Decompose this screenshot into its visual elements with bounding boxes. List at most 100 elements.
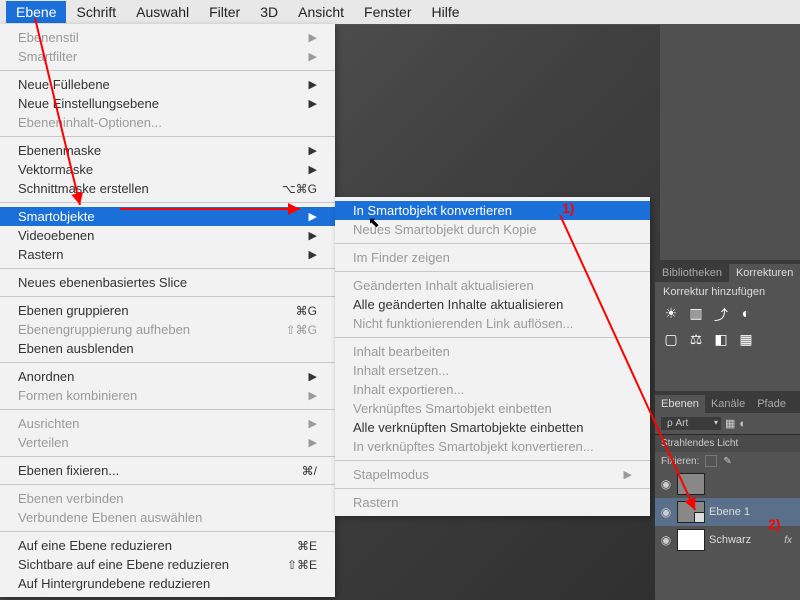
menu-separator bbox=[335, 460, 650, 461]
menu-item-label: Alle verknüpften Smartobjekte einbetten bbox=[353, 420, 584, 435]
curves-icon[interactable]: ⤴ bbox=[713, 305, 729, 325]
menu-item-label: Ebenengruppierung aufheben bbox=[18, 322, 190, 337]
dropdown-item[interactable]: Ebenenmaske▶ bbox=[0, 141, 335, 160]
dropdown-item[interactable]: Neue Einstellungsebene▶ bbox=[0, 94, 335, 113]
menu-item-label: Ebenen fixieren... bbox=[18, 463, 119, 478]
menu-schrift[interactable]: Schrift bbox=[66, 1, 126, 23]
tab-pfade[interactable]: Pfade bbox=[751, 395, 792, 413]
dropdown-item[interactable]: Smartobjekte▶ bbox=[0, 207, 335, 226]
layer-thumb-smart[interactable] bbox=[677, 501, 705, 523]
menu-separator bbox=[0, 531, 335, 532]
submenu-item: Inhalt exportieren... bbox=[335, 380, 650, 399]
layer-group-title[interactable]: Strahlendes Licht bbox=[655, 435, 800, 452]
menu-3d[interactable]: 3D bbox=[250, 1, 288, 23]
bw-icon[interactable]: ◧ bbox=[713, 331, 729, 348]
kind-select[interactable]: ρ Art bbox=[661, 417, 721, 430]
layer-thumb[interactable] bbox=[677, 529, 705, 551]
submenu-arrow-icon: ▶ bbox=[624, 468, 632, 481]
layer-row-schwarz[interactable]: ◉ Schwarz fx bbox=[655, 526, 800, 554]
dropdown-item[interactable]: Sichtbare auf eine Ebene reduzieren⇧⌘E bbox=[0, 555, 335, 574]
menu-item-label: Ebenenmaske bbox=[18, 143, 101, 158]
lock-transparency-icon[interactable] bbox=[705, 455, 717, 467]
submenu-item[interactable]: Alle verknüpften Smartobjekte einbetten bbox=[335, 418, 650, 437]
menu-fenster[interactable]: Fenster bbox=[354, 1, 421, 23]
dropdown-item[interactable]: Ebenen ausblenden bbox=[0, 339, 335, 358]
submenu-arrow-icon: ▶ bbox=[309, 50, 317, 63]
layer-name-label[interactable]: Schwarz bbox=[709, 534, 751, 546]
menu-ebene[interactable]: Ebene bbox=[6, 1, 66, 23]
menu-separator bbox=[0, 202, 335, 203]
menu-item-label: Verteilen bbox=[18, 435, 69, 450]
menu-separator bbox=[335, 243, 650, 244]
layer-thumb[interactable] bbox=[677, 473, 705, 495]
submenu-arrow-icon: ▶ bbox=[309, 163, 317, 176]
layer-row-ebene1[interactable]: ◉ Ebene 1 bbox=[655, 498, 800, 526]
dropdown-item[interactable]: Auf eine Ebene reduzieren⌘E bbox=[0, 536, 335, 555]
dropdown-item[interactable]: Neues ebenenbasiertes Slice bbox=[0, 273, 335, 292]
menu-item-label: In Smartobjekt konvertieren bbox=[353, 203, 512, 218]
adjustment-icons-row2: ▢ ⚖ ◧ ▦ bbox=[655, 328, 800, 351]
menu-item-label: Videoebenen bbox=[18, 228, 94, 243]
photo-filter-icon[interactable]: ▦ bbox=[738, 331, 754, 348]
menu-item-label: Schnittmaske erstellen bbox=[18, 181, 149, 196]
brightness-icon[interactable]: ☀ bbox=[663, 305, 679, 325]
menu-shortcut: ⌘E bbox=[297, 539, 317, 553]
dropdown-item: Verteilen▶ bbox=[0, 433, 335, 452]
visibility-toggle-icon[interactable]: ◉ bbox=[659, 477, 673, 491]
menu-item-label: Formen kombinieren bbox=[18, 388, 137, 403]
tab-ebenen[interactable]: Ebenen bbox=[655, 395, 705, 413]
vibrance-icon[interactable]: ▢ bbox=[663, 331, 679, 348]
menu-item-label: Im Finder zeigen bbox=[353, 250, 450, 265]
dropdown-item: Ebenengruppierung aufheben⇧⌘G bbox=[0, 320, 335, 339]
dropdown-item: Ebeneninhalt-Optionen... bbox=[0, 113, 335, 132]
menu-item-label: Inhalt exportieren... bbox=[353, 382, 464, 397]
visibility-toggle-icon[interactable]: ◉ bbox=[659, 505, 673, 519]
corrections-tabs: Bibliotheken Korrekturen bbox=[655, 260, 800, 282]
levels-icon[interactable]: ▥ bbox=[688, 305, 704, 325]
dropdown-item[interactable]: Rastern▶ bbox=[0, 245, 335, 264]
menu-item-label: Verbundene Ebenen auswählen bbox=[18, 510, 202, 525]
lock-brush-icon[interactable]: ✎ bbox=[723, 456, 731, 467]
menu-auswahl[interactable]: Auswahl bbox=[126, 1, 199, 23]
menu-separator bbox=[0, 268, 335, 269]
menu-filter[interactable]: Filter bbox=[199, 1, 250, 23]
dropdown-item[interactable]: Vektormaske▶ bbox=[0, 160, 335, 179]
layer-row-filmkorn[interactable]: ◉ bbox=[655, 470, 800, 498]
submenu-item: Stapelmodus▶ bbox=[335, 465, 650, 484]
dropdown-item[interactable]: Auf Hintergrundebene reduzieren bbox=[0, 574, 335, 593]
menu-shortcut: ⇧⌘E bbox=[287, 558, 317, 572]
fx-badge[interactable]: fx bbox=[784, 535, 796, 546]
dropdown-item[interactable]: Ebenen gruppieren⌘G bbox=[0, 301, 335, 320]
tab-kanaele[interactable]: Kanäle bbox=[705, 395, 751, 413]
exposure-icon[interactable]: ◐ bbox=[738, 305, 754, 325]
menu-item-label: Ebenenstil bbox=[18, 30, 79, 45]
submenu-item[interactable]: In Smartobjekt konvertieren bbox=[335, 201, 650, 220]
dropdown-item: Smartfilter ▶ bbox=[0, 47, 335, 66]
dropdown-item[interactable]: Schnittmaske erstellen⌥⌘G bbox=[0, 179, 335, 198]
menu-ansicht[interactable]: Ansicht bbox=[288, 1, 354, 23]
tab-bibliotheken[interactable]: Bibliotheken bbox=[655, 264, 729, 282]
lock-row: Fixieren: ✎ bbox=[655, 452, 800, 470]
menu-item-label: Neues Smartobjekt durch Kopie bbox=[353, 222, 537, 237]
visibility-toggle-icon[interactable]: ◉ bbox=[659, 533, 673, 547]
menu-separator bbox=[0, 362, 335, 363]
dropdown-item[interactable]: Anordnen▶ bbox=[0, 367, 335, 386]
menu-item-label: Smartfilter bbox=[18, 49, 77, 64]
layer-name-label[interactable]: Ebene 1 bbox=[709, 506, 750, 518]
tab-korrekturen[interactable]: Korrekturen bbox=[729, 264, 800, 282]
filter-adjust-icon[interactable]: ◐ bbox=[739, 418, 746, 430]
dropdown-item[interactable]: Ebenen fixieren...⌘/ bbox=[0, 461, 335, 480]
filter-pixel-icon[interactable]: ▦ bbox=[725, 417, 735, 430]
submenu-item[interactable]: Alle geänderten Inhalte aktualisieren bbox=[335, 295, 650, 314]
menu-separator bbox=[0, 409, 335, 410]
menu-item-label: In verknüpftes Smartobjekt konvertieren.… bbox=[353, 439, 594, 454]
dropdown-item: Ebenen verbinden bbox=[0, 489, 335, 508]
balance-icon[interactable]: ⚖ bbox=[688, 331, 704, 348]
menu-separator bbox=[0, 296, 335, 297]
dropdown-item[interactable]: Neue Füllebene▶ bbox=[0, 75, 335, 94]
menu-shortcut: ⌘G bbox=[296, 304, 317, 318]
dropdown-item[interactable]: Videoebenen▶ bbox=[0, 226, 335, 245]
dropdown-item: Ausrichten▶ bbox=[0, 414, 335, 433]
menu-hilfe[interactable]: Hilfe bbox=[422, 1, 470, 23]
menu-item-label: Anordnen bbox=[18, 369, 74, 384]
